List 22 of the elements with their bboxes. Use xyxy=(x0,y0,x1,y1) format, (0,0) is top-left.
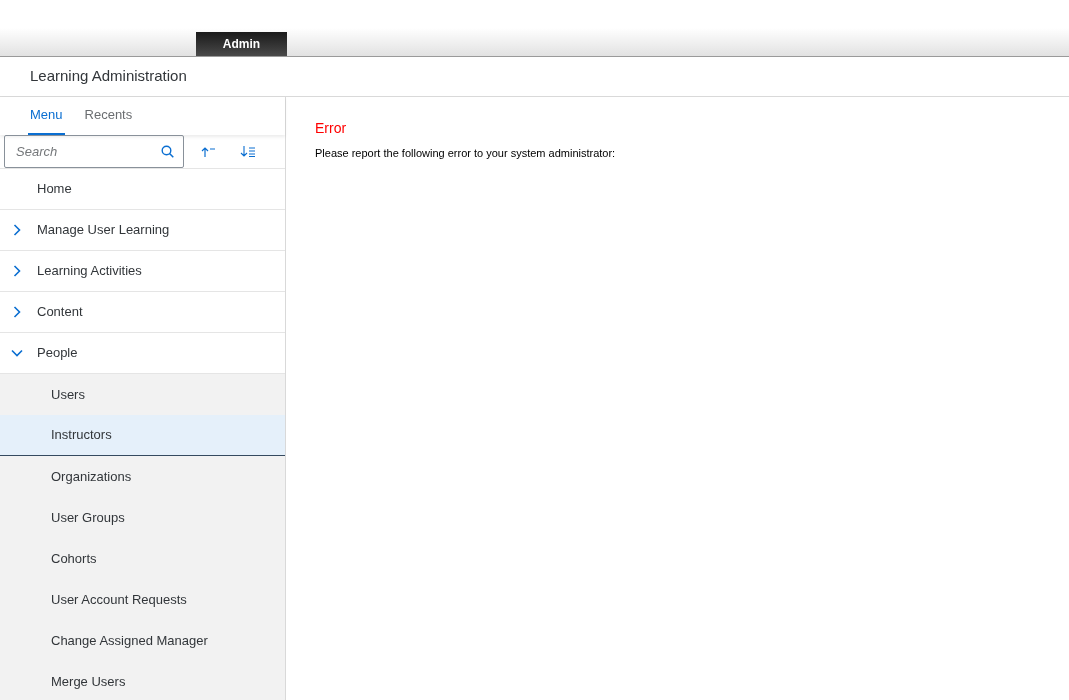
menu-item[interactable]: Content xyxy=(0,292,285,333)
error-title: Error xyxy=(315,119,347,138)
error-message: Please report the following error to your system administrator: xyxy=(315,146,616,161)
page-title: Learning Administration xyxy=(30,66,187,87)
sidebar-tab[interactable]: Recents xyxy=(82,97,135,135)
menu-item[interactable]: Home xyxy=(0,169,285,210)
submenu-item[interactable]: Organizations xyxy=(0,456,285,497)
submenu-item[interactable]: User Account Requests xyxy=(0,579,285,620)
search-field[interactable]: Search xyxy=(4,135,184,168)
submenu-item[interactable]: User Groups xyxy=(0,497,285,538)
sidebar-tab[interactable]: Menu xyxy=(28,97,65,135)
admin-tab[interactable]: Admin xyxy=(196,32,287,56)
search-icon xyxy=(161,145,174,158)
submenu-item[interactable]: Merge Users xyxy=(0,661,285,700)
submenu-item[interactable]: Instructors xyxy=(0,415,285,456)
submenu-item[interactable]: Change Assigned Manager xyxy=(0,620,285,661)
sort-list-icon xyxy=(240,146,256,157)
submenu-item[interactable]: Cohorts xyxy=(0,538,285,579)
menu-item[interactable]: Learning Activities xyxy=(0,251,285,292)
menu-item[interactable]: Manage User Learning xyxy=(0,210,285,251)
submenu-item[interactable]: Users xyxy=(0,374,285,415)
arrow-up-icon xyxy=(200,146,216,157)
